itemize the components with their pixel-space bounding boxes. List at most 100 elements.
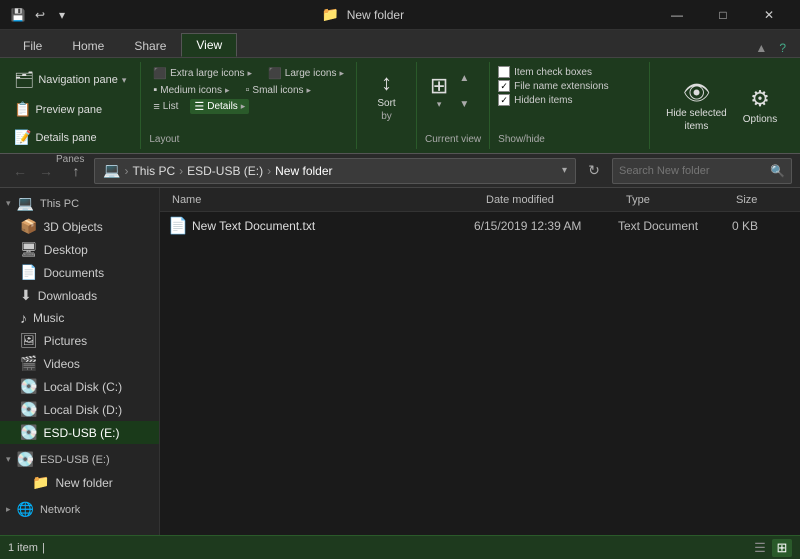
- sort-down-btn[interactable]: ▼: [452, 92, 476, 116]
- medium-icons-btn[interactable]: ▪ Medium icons ▸: [149, 83, 233, 97]
- pictures-icon: 🖼: [20, 332, 38, 349]
- details-pane-button[interactable]: 📝 Details pane: [8, 125, 103, 150]
- maximize-button[interactable]: □: [700, 0, 746, 30]
- col-header-type[interactable]: Type: [622, 194, 732, 206]
- new-folder-icon: 📁: [32, 474, 49, 491]
- sidebar-item-desktop[interactable]: 🖥 Desktop: [0, 238, 159, 261]
- sidebar-item-local-disk-d[interactable]: 💽 Local Disk (D:): [0, 398, 159, 421]
- sidebar: ▾ 💻 This PC 📦 3D Objects 🖥 Desktop 📄 Doc…: [0, 188, 160, 535]
- local-disk-d-icon: 💽: [20, 401, 37, 418]
- documents-icon: 📄: [20, 264, 37, 281]
- current-view-btn[interactable]: ⊞ ▾: [430, 73, 448, 110]
- ribbon-group-panes: 🗂 Navigation pane ▾ 📋 Preview pane 📝 Det…: [0, 62, 141, 149]
- current-view-controls: ⊞ ▾ ▲ ▼: [430, 66, 476, 116]
- details-view-toggle[interactable]: ☰: [750, 539, 770, 557]
- tab-home[interactable]: Home: [57, 33, 119, 57]
- file-name: New Text Document.txt: [192, 219, 470, 233]
- file-size: 0 KB: [732, 219, 792, 233]
- sidebar-item-music[interactable]: ♪ Music: [0, 307, 159, 329]
- hide-selected-button[interactable]: 👁 Hide selected items: [658, 76, 735, 136]
- sidebar-esd-usb-header[interactable]: ▾ 💽 ESD-USB (E:): [0, 448, 159, 471]
- refresh-button[interactable]: ↻: [582, 159, 606, 183]
- col-header-name[interactable]: Name: [168, 194, 482, 206]
- ribbon-group-layout: ⬛ Extra large icons ▸ ⬛ Large icons ▸ ▪ …: [141, 62, 357, 149]
- sort-button[interactable]: ↕ Sort by: [369, 66, 403, 126]
- show-hide-options: Item check boxes File name extensions Hi…: [498, 66, 609, 106]
- forward-button[interactable]: →: [34, 159, 58, 183]
- details-btn[interactable]: ☰ Details ▸: [190, 99, 249, 114]
- ribbon-collapse-btn[interactable]: ▲: [749, 39, 773, 57]
- tab-file[interactable]: File: [8, 33, 57, 57]
- layout-group-label: Layout: [149, 130, 179, 145]
- esd-expand-arrow: ▾: [6, 454, 11, 465]
- item-checkboxes-checkbox[interactable]: [498, 66, 510, 78]
- music-icon: ♪: [20, 310, 27, 326]
- hidden-items-checkbox[interactable]: [498, 94, 510, 106]
- up-button[interactable]: ↑: [64, 159, 88, 183]
- small-icons-btn[interactable]: ▫ Small icons ▸: [242, 83, 316, 97]
- address-path[interactable]: 💻 › This PC › ESD-USB (E:) › New folder …: [94, 158, 576, 184]
- help-btn[interactable]: ?: [773, 39, 792, 57]
- status-left: 1 item |: [8, 542, 45, 554]
- options-button[interactable]: ⚙ Options: [735, 82, 785, 129]
- ribbon-group-hide-options: 👁 Hide selected items ⚙ Options: [650, 62, 793, 149]
- quick-save-btn[interactable]: 💾: [8, 5, 28, 25]
- ribbon: 🗂 Navigation pane ▾ 📋 Preview pane 📝 Det…: [0, 58, 800, 154]
- search-icon: 🔍: [770, 164, 785, 178]
- file-name-extensions-checkbox[interactable]: [498, 80, 510, 92]
- ribbon-group-current-view: ⊞ ▾ ▲ ▼ Current view: [417, 62, 490, 149]
- minimize-button[interactable]: —: [654, 0, 700, 30]
- search-box[interactable]: 🔍: [612, 158, 792, 184]
- search-input[interactable]: [619, 165, 766, 177]
- item-checkboxes-row[interactable]: Item check boxes: [498, 66, 609, 78]
- panes-buttons: 🗂 Navigation pane ▾ 📋 Preview pane 📝 Det…: [8, 66, 132, 150]
- sidebar-item-local-disk-c[interactable]: 💽 Local Disk (C:): [0, 375, 159, 398]
- preview-pane-button[interactable]: 📋 Preview pane: [8, 97, 108, 122]
- sidebar-item-documents[interactable]: 📄 Documents: [0, 261, 159, 284]
- close-button[interactable]: ✕: [746, 0, 792, 30]
- sidebar-item-downloads[interactable]: ⬇ Downloads: [0, 284, 159, 307]
- file-area: Name Date modified Type Size 📄 New Text …: [160, 188, 800, 535]
- tab-view[interactable]: View: [181, 33, 237, 57]
- quick-access-toolbar: 💾 ↩ ▾: [8, 5, 72, 25]
- desktop-icon: 🖥: [20, 241, 38, 258]
- window-title: 📁 New folder: [72, 6, 654, 23]
- main-content: ▾ 💻 This PC 📦 3D Objects 🖥 Desktop 📄 Doc…: [0, 188, 800, 535]
- list-btn[interactable]: ≡ List: [149, 99, 182, 114]
- sort-arrows: ▲ ▼: [452, 66, 476, 116]
- nav-pane-button[interactable]: 🗂 Navigation pane ▾: [8, 66, 132, 94]
- esd-usb-icon: 💽: [20, 424, 37, 441]
- large-icon-view-toggle[interactable]: ⊞: [772, 539, 792, 557]
- address-bar: ← → ↑ 💻 › This PC › ESD-USB (E:) › New f…: [0, 154, 800, 188]
- title-bar: 💾 ↩ ▾ 📁 New folder — □ ✕: [0, 0, 800, 30]
- sidebar-item-3d-objects[interactable]: 📦 3D Objects: [0, 215, 159, 238]
- ribbon-tabs: File Home Share View ▲ ?: [0, 30, 800, 58]
- item-count: 1 item: [8, 542, 38, 554]
- sidebar-item-esd-usb-e[interactable]: 💽 ESD-USB (E:): [0, 421, 159, 444]
- sidebar-item-new-folder[interactable]: 📁 New folder: [0, 471, 159, 494]
- quick-dropdown-btn[interactable]: ▾: [52, 5, 72, 25]
- tab-share[interactable]: Share: [119, 33, 181, 57]
- sidebar-network-header[interactable]: ▸ 🌐 Network: [0, 498, 159, 521]
- sidebar-this-pc[interactable]: ▾ 💻 This PC: [0, 192, 159, 215]
- file-name-extensions-row[interactable]: File name extensions: [498, 80, 609, 92]
- col-header-date[interactable]: Date modified: [482, 194, 622, 206]
- hidden-items-row[interactable]: Hidden items: [498, 94, 609, 106]
- 3d-objects-icon: 📦: [20, 218, 37, 235]
- sort-up-btn[interactable]: ▲: [452, 66, 476, 90]
- nav-arrows: ← →: [8, 159, 58, 183]
- quick-undo-btn[interactable]: ↩: [30, 5, 50, 25]
- back-button[interactable]: ←: [8, 159, 32, 183]
- videos-icon: 🎬: [20, 355, 37, 372]
- extra-large-icons-btn[interactable]: ⬛ Extra large icons ▸: [149, 66, 256, 81]
- file-icon-txt: 📄: [168, 216, 188, 236]
- current-view-label: Current view: [425, 130, 481, 145]
- this-pc-expand-arrow: ▾: [6, 198, 11, 209]
- view-toggles: ☰ ⊞: [750, 539, 792, 557]
- large-icons-btn[interactable]: ⬛ Large icons ▸: [264, 66, 348, 81]
- col-header-size[interactable]: Size: [732, 194, 792, 206]
- sidebar-item-videos[interactable]: 🎬 Videos: [0, 352, 159, 375]
- file-list-header: Name Date modified Type Size: [160, 188, 800, 212]
- file-row[interactable]: 📄 New Text Document.txt 6/15/2019 12:39 …: [160, 212, 800, 240]
- sidebar-item-pictures[interactable]: 🖼 Pictures: [0, 329, 159, 352]
